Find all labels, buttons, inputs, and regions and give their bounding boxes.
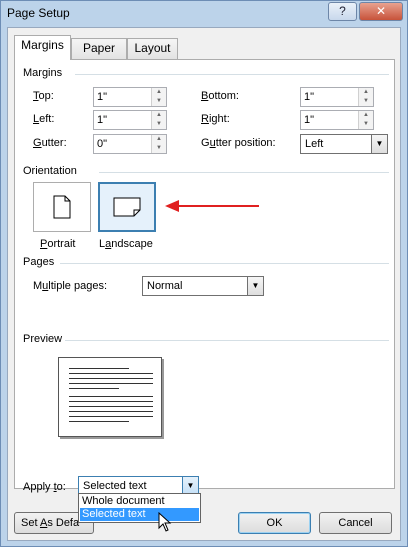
spin-up-icon[interactable]: ▲ [152,88,166,97]
ok-button[interactable]: OK [238,512,311,534]
window-title: Page Setup [7,6,70,20]
dropdown-arrow-icon[interactable]: ▼ [371,135,387,153]
gutter-position-value: Left [305,138,324,150]
gutter-spinner[interactable]: 0" ▲ ▼ [93,134,167,154]
orientation-section-label: Orientation [23,165,77,177]
divider [75,74,389,75]
dialog-body: Margins Paper Layout Margins Top: 1" ▲ ▼ … [7,27,401,541]
spin-down-icon[interactable]: ▼ [152,97,166,106]
spin-down-icon[interactable]: ▼ [359,120,373,129]
top-label: Top: [33,90,54,102]
preview-section-label: Preview [23,333,63,345]
gutter-position-select[interactable]: Left ▼ [300,134,388,154]
tab-layout[interactable]: Layout [127,38,178,59]
mouse-cursor-icon [158,512,172,532]
left-label: Left: [33,113,55,125]
apply-to-label: Apply to: [23,481,66,493]
option-selected-text[interactable]: Selected text [80,508,199,521]
portrait-button[interactable] [33,182,91,232]
left-margin-spinner[interactable]: 1" ▲ ▼ [93,110,167,130]
bottom-margin-spinner[interactable]: 1" ▲ ▼ [300,87,374,107]
spin-down-icon[interactable]: ▼ [359,97,373,106]
left-margin-value: 1" [97,114,108,126]
pages-section-label: Pages [23,256,55,268]
spin-up-icon[interactable]: ▲ [359,111,373,120]
title-bar: Page Setup ? ✕ [1,1,407,27]
spin-down-icon[interactable]: ▼ [152,120,166,129]
multiple-pages-value: Normal [147,280,183,292]
divider [60,263,389,264]
right-label: Right: [201,113,230,125]
top-margin-value: 1" [97,91,108,103]
preview-page-thumbnail [58,357,162,437]
divider [99,172,389,173]
help-button[interactable]: ? [328,2,357,21]
gutter-position-label: Gutter position: [201,137,276,149]
tab-paper[interactable]: Paper [71,38,127,59]
dropdown-arrow-icon[interactable]: ▼ [247,277,263,295]
apply-to-dropdown-list: Whole document Selected text [78,493,201,523]
bottom-margin-value: 1" [304,91,315,103]
annotation-arrow-icon [165,200,259,212]
top-margin-spinner[interactable]: 1" ▲ ▼ [93,87,167,107]
tab-margins[interactable]: Margins [14,35,71,60]
spin-up-icon[interactable]: ▲ [152,135,166,144]
bottom-label: Bottom: [201,90,239,102]
option-whole-document[interactable]: Whole document [80,495,199,508]
close-button[interactable]: ✕ [359,2,403,21]
spin-up-icon[interactable]: ▲ [359,88,373,97]
landscape-page-icon [113,197,141,217]
portrait-page-icon [53,195,71,219]
portrait-label: Portrait [40,238,76,250]
right-margin-spinner[interactable]: 1" ▲ ▼ [300,110,374,130]
gutter-label: Gutter: [33,137,67,149]
divider [65,340,389,341]
spin-down-icon[interactable]: ▼ [152,144,166,153]
right-margin-value: 1" [304,114,315,126]
apply-to-value: Selected text [83,480,147,492]
margins-section-label: Margins [23,67,63,79]
multiple-pages-label: Multiple pages: [33,280,108,292]
gutter-value: 0" [97,138,108,150]
landscape-label: Landscape [99,238,153,250]
spin-up-icon[interactable]: ▲ [152,111,166,120]
cancel-button[interactable]: Cancel [319,512,392,534]
page-setup-dialog: Page Setup ? ✕ Margins Paper Layout Marg… [0,0,408,547]
landscape-button[interactable] [98,182,156,232]
multiple-pages-select[interactable]: Normal ▼ [142,276,264,296]
